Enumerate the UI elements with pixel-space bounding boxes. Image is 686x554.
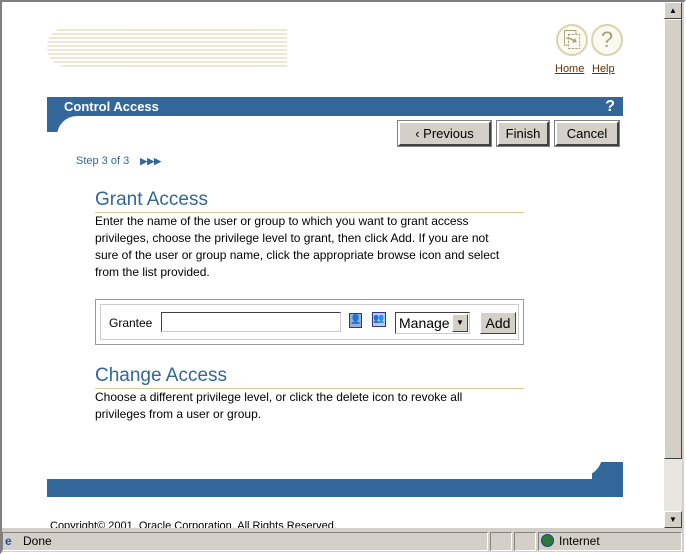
change-access-heading: Change Access [95,364,524,389]
oracle-logo [47,27,287,67]
cancel-button[interactable]: Cancel [554,120,620,147]
status-panel [490,532,512,551]
status-text: Done [23,534,52,548]
zone-panel: Internet [538,532,682,551]
status-bar: e Done Internet [2,530,684,552]
browse-groups-icon[interactable]: 👥 [372,312,386,327]
browse-users-icon[interactable]: 👤 [349,313,362,328]
vertical-scrollbar[interactable]: ▲ ▼ [664,2,682,528]
help-question-icon[interactable]: ? [605,97,615,116]
step-indicator: Step 3 of 3 ▶▶▶ [76,155,161,167]
grantee-input[interactable] [161,312,341,332]
page-content: ⎘ ? Home Help Control Access? ‹ Previous… [2,2,664,528]
previous-button[interactable]: ‹ Previous [397,120,492,147]
step-arrows-icon: ▶▶▶ [140,156,162,166]
add-button[interactable]: Add [480,312,516,334]
home-icon[interactable]: ⎘ [556,24,588,56]
grant-access-heading: Grant Access [95,188,524,213]
help-icon[interactable]: ? [591,24,623,56]
finish-button[interactable]: Finish [496,120,550,147]
privilege-selected-value: Manage [399,315,450,331]
help-link[interactable]: Help [592,63,615,75]
step-text: Step 3 of 3 [76,155,130,167]
scrollbar-thumb[interactable] [664,19,682,459]
status-panel [514,532,536,551]
grant-access-description: Enter the name of the user or group to w… [95,214,500,279]
scroll-up-arrow-icon[interactable]: ▲ [664,2,682,19]
section-title-bar: Control Access? [47,97,623,116]
footer-curve-decoration [592,462,623,479]
globe-icon [541,534,554,547]
grant-form: Grantee 👤 👥 Manage ▼ Add [95,299,524,345]
bar-curve-decoration [47,116,87,146]
footer-bar [47,479,623,497]
status-text-panel: e Done [2,532,488,551]
grantee-label: Grantee [109,316,153,330]
privilege-select[interactable]: Manage ▼ [395,312,470,334]
home-link[interactable]: Home [555,63,584,75]
page-title: Control Access [64,99,159,114]
scroll-down-arrow-icon[interactable]: ▼ [664,511,682,528]
chevron-down-icon[interactable]: ▼ [452,314,468,332]
copyright-text: Copyright© 2001, Oracle Corporation. All… [50,520,337,528]
zone-text: Internet [559,534,600,548]
ie-page-icon: e [5,534,12,548]
change-access-description: Choose a different privilege level, or c… [95,390,463,421]
browser-window: ⎘ ? Home Help Control Access? ‹ Previous… [0,0,686,554]
